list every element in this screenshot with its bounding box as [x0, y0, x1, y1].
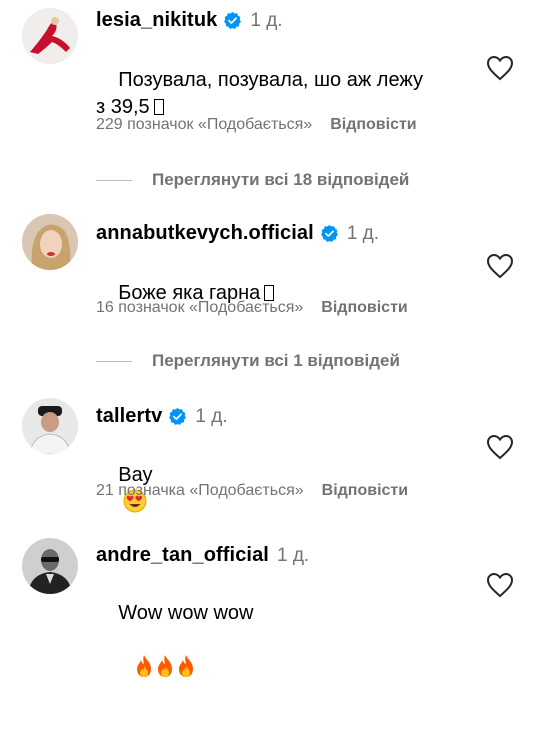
- reply-button[interactable]: Відповісти: [322, 482, 408, 499]
- comment-header: tallertv 1 д.: [96, 405, 228, 428]
- verified-badge-icon: [169, 407, 187, 425]
- fire-emoji-icon: [137, 655, 152, 677]
- username[interactable]: tallertv: [96, 405, 162, 428]
- comment-text-body: Позувала, позувала, шо аж лежу з 39,5: [96, 69, 429, 118]
- avatar[interactable]: [22, 214, 78, 270]
- divider-line: [96, 360, 132, 362]
- view-replies-button[interactable]: Переглянути всі 18 відповідей: [96, 170, 409, 190]
- comment-header: andre_tan_official 1 д.: [96, 544, 309, 567]
- square-glyph-icon: [153, 99, 164, 115]
- comment-header: annabutkevych.official 1 д.: [96, 222, 379, 245]
- username[interactable]: andre_tan_official: [96, 544, 269, 567]
- like-heart-icon[interactable]: [486, 434, 514, 460]
- timestamp: 1 д.: [250, 9, 283, 31]
- avatar[interactable]: [22, 8, 78, 64]
- fire-emoji-icon: [158, 655, 173, 677]
- like-heart-icon[interactable]: [486, 572, 514, 598]
- avatar[interactable]: [22, 398, 78, 454]
- comment-text: Wow wow wow: [96, 573, 476, 736]
- fire-emoji-group: [96, 655, 196, 706]
- comment-meta: 16 позначок «Подобається» Відповісти: [96, 299, 408, 317]
- reply-button[interactable]: Відповісти: [330, 116, 416, 133]
- view-replies-label: Переглянути всі 1 відповідей: [152, 351, 400, 370]
- like-heart-icon[interactable]: [486, 55, 514, 81]
- like-heart-icon[interactable]: [486, 253, 514, 279]
- verified-badge-icon: [224, 11, 242, 29]
- comment-meta: 21 позначка «Подобається» Відповісти: [96, 482, 408, 500]
- view-replies-label: Переглянути всі 18 відповідей: [152, 170, 410, 189]
- comment-text-body: Wow wow wow: [118, 602, 254, 624]
- username[interactable]: lesia_nikituk: [96, 9, 217, 32]
- likes-count[interactable]: 229 позначок «Подобається»: [96, 116, 312, 133]
- divider-line: [96, 179, 132, 181]
- username[interactable]: annabutkevych.official: [96, 222, 314, 245]
- timestamp: 1 д.: [195, 405, 228, 427]
- avatar[interactable]: [22, 538, 78, 594]
- comment-text: Боже яка гарна: [96, 253, 476, 334]
- likes-count[interactable]: 21 позначка «Подобається»: [96, 482, 304, 499]
- comment-header: lesia_nikituk 1 д.: [96, 9, 283, 32]
- reply-button[interactable]: Відповісти: [321, 299, 407, 316]
- likes-count[interactable]: 16 позначок «Подобається»: [96, 299, 303, 316]
- timestamp: 1 д.: [346, 222, 380, 244]
- timestamp: 1 д.: [276, 544, 310, 566]
- fire-emoji-icon: [179, 655, 194, 677]
- comment-meta: 229 позначок «Подобається» Відповісти: [96, 116, 417, 134]
- verified-badge-icon: [320, 224, 338, 242]
- view-replies-button[interactable]: Переглянути всі 1 відповідей: [96, 351, 400, 371]
